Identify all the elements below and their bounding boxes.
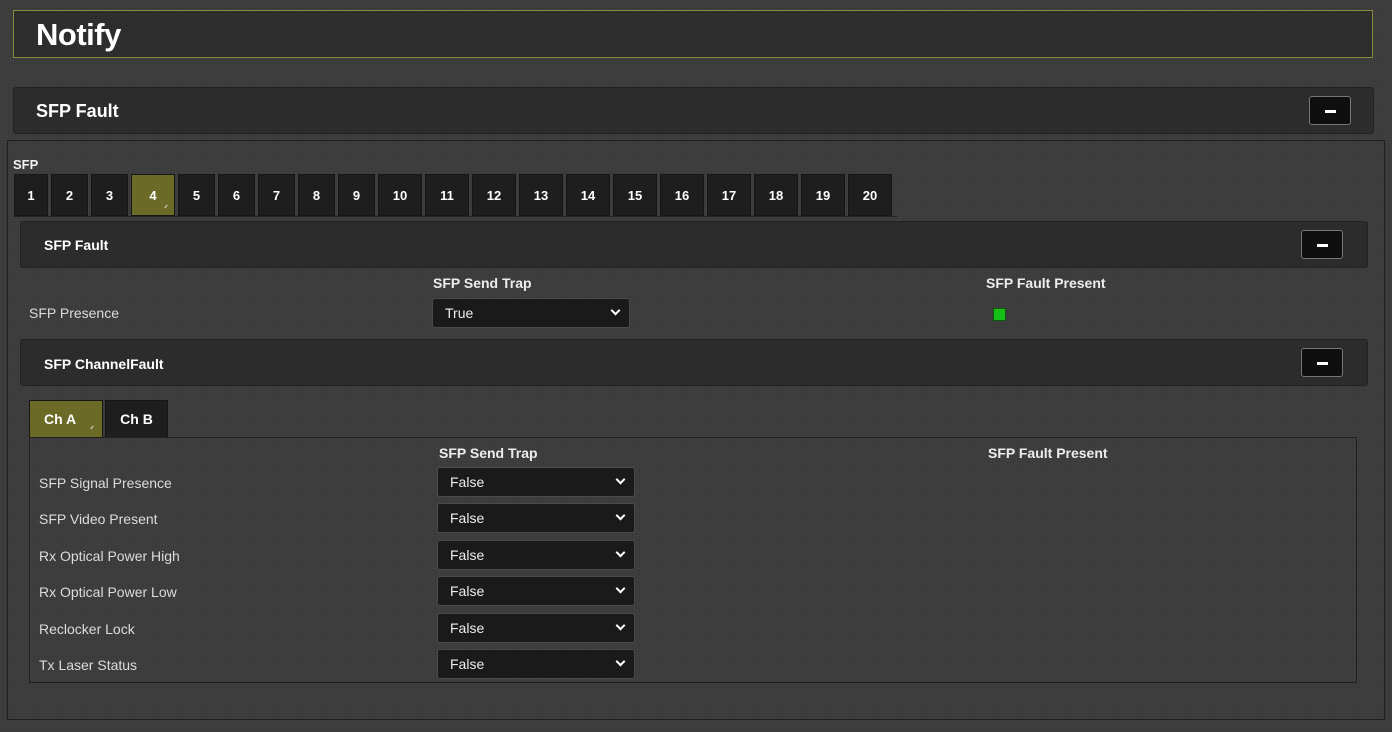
- collapse-button[interactable]: [1301, 348, 1343, 377]
- sfp-fault-present-header: SFP Fault Present: [986, 275, 1106, 291]
- channel-send-trap-select[interactable]: False: [437, 539, 635, 570]
- channel-send-trap-header: SFP Send Trap: [439, 445, 538, 461]
- sfp-selector-caption: SFP: [13, 157, 39, 172]
- sfp-fault-subsection-header[interactable]: SFP Fault: [20, 221, 1368, 268]
- tab-sfp-15[interactable]: 15: [613, 174, 657, 216]
- tab-sfp-2[interactable]: 2: [51, 174, 88, 216]
- tab-sfp-7[interactable]: 7: [258, 174, 295, 216]
- chevron-down-icon: [615, 547, 626, 558]
- select-value: False: [450, 619, 485, 636]
- tab-sfp-8[interactable]: 8: [298, 174, 335, 216]
- sfp-presence-label: SFP Presence: [29, 305, 120, 321]
- channel-row-label: Rx Optical Power Low: [39, 584, 177, 601]
- chevron-down-icon: [610, 305, 621, 316]
- sfp-fault-subsection-title: SFP Fault: [44, 237, 109, 253]
- tab-sfp-5[interactable]: 5: [178, 174, 215, 216]
- sfp-fault-section-title: SFP Fault: [36, 101, 119, 121]
- tab-sfp-19[interactable]: 19: [801, 174, 845, 216]
- chevron-down-icon: [615, 656, 626, 667]
- select-value: False: [450, 656, 485, 672]
- channel-fault-title: SFP ChannelFault: [44, 356, 164, 372]
- tab-ch-a[interactable]: Ch A: [29, 400, 104, 438]
- sfp-tab-strip: 1 2 3 4 5 6 7 8 9 10 11 12 13 14 15 16 17 18 19 20: [14, 174, 892, 216]
- collapse-button[interactable]: [1309, 96, 1351, 125]
- tab-ch-b[interactable]: Ch B: [105, 400, 168, 438]
- channel-panel: [29, 437, 1357, 683]
- channel-row-label: SFP Video Present: [39, 511, 158, 528]
- sfp-send-trap-header: SFP Send Trap: [433, 275, 532, 291]
- sfp-fault-section-header[interactable]: SFP Fault: [13, 87, 1374, 134]
- tab-sfp-14[interactable]: 14: [566, 174, 610, 216]
- chevron-down-icon: [615, 474, 626, 485]
- sfp-presence-send-trap-select[interactable]: True: [432, 298, 630, 328]
- tab-sfp-6[interactable]: 6: [218, 174, 255, 216]
- channel-send-trap-select[interactable]: False: [437, 612, 635, 643]
- page-title: Notify: [36, 17, 121, 52]
- tab-sfp-9[interactable]: 9: [338, 174, 375, 216]
- collapse-button[interactable]: [1301, 230, 1343, 259]
- channel-send-trap-select[interactable]: False: [437, 649, 635, 679]
- fault-present-led-icon: [993, 308, 1006, 321]
- tab-strip-divider: [14, 216, 897, 217]
- channel-send-trap-select[interactable]: False: [437, 503, 635, 534]
- channel-send-trap-select[interactable]: False: [437, 467, 635, 497]
- channel-fault-header[interactable]: SFP ChannelFault: [20, 339, 1368, 386]
- select-value: False: [450, 510, 485, 527]
- select-value: False: [450, 583, 485, 600]
- chevron-down-icon: [615, 510, 626, 521]
- tab-sfp-3[interactable]: 3: [91, 174, 128, 216]
- select-value: True: [445, 305, 474, 321]
- channel-tab-strip: Ch A Ch B: [29, 400, 168, 438]
- page-title-bar: Notify: [13, 10, 1373, 58]
- tab-sfp-17[interactable]: 17: [707, 174, 751, 216]
- select-value: False: [450, 474, 485, 490]
- tab-sfp-10[interactable]: 10: [378, 174, 422, 216]
- channel-row-label: Rx Optical Power High: [39, 547, 180, 564]
- tab-sfp-12[interactable]: 12: [472, 174, 516, 216]
- chevron-down-icon: [615, 583, 626, 594]
- channel-row-label: SFP Signal Presence: [39, 475, 172, 491]
- channel-row-label: Reclocker Lock: [39, 620, 135, 637]
- tab-sfp-20[interactable]: 20: [848, 174, 892, 216]
- tab-sfp-1[interactable]: 1: [14, 174, 48, 216]
- channel-row-label: Tx Laser Status: [39, 657, 138, 673]
- select-value: False: [450, 546, 485, 563]
- channel-fault-present-header: SFP Fault Present: [988, 445, 1108, 461]
- tab-sfp-11[interactable]: 11: [425, 174, 469, 216]
- chevron-down-icon: [615, 620, 626, 631]
- channel-send-trap-select[interactable]: False: [437, 576, 635, 607]
- tab-sfp-18[interactable]: 18: [754, 174, 798, 216]
- tab-sfp-16[interactable]: 16: [660, 174, 704, 216]
- tab-sfp-13[interactable]: 13: [519, 174, 563, 216]
- tab-sfp-4[interactable]: 4: [131, 174, 175, 216]
